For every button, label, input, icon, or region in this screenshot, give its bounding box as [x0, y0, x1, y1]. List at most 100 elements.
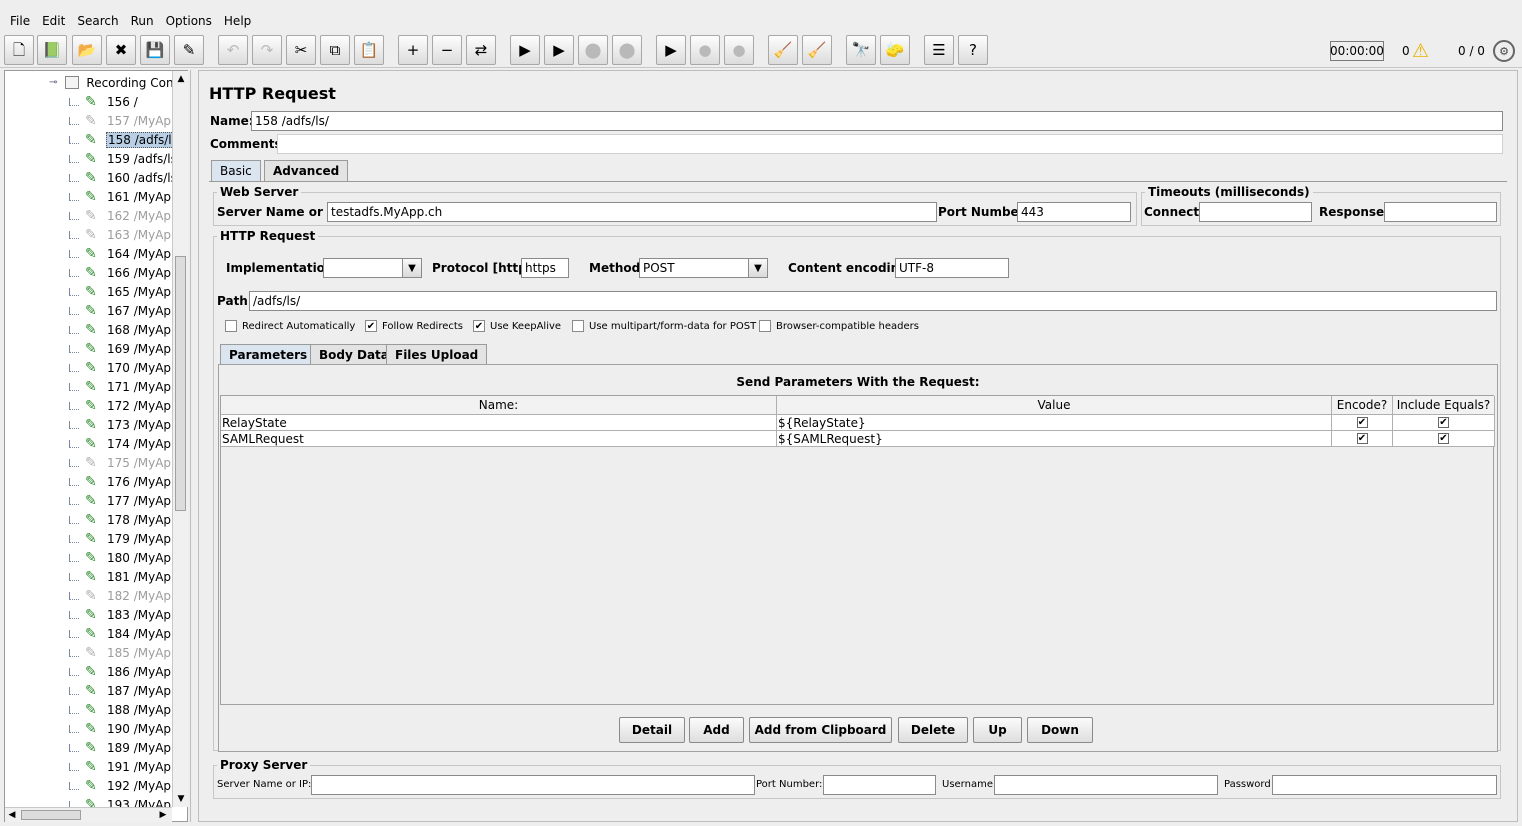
port-number-input[interactable]: 443	[1017, 202, 1131, 222]
tree-connector-icon[interactable]	[69, 401, 79, 410]
tree-connector-icon[interactable]	[69, 629, 79, 638]
menu-run[interactable]: Run	[125, 14, 160, 28]
cut-button[interactable]: ✂	[286, 35, 316, 65]
proxy-username-input[interactable]	[994, 775, 1218, 795]
tree-node[interactable]: ✎ 165 /MyApp	[69, 282, 172, 301]
remote-stop-button[interactable]: ●	[690, 35, 720, 65]
open-button[interactable]: 📂	[72, 35, 102, 65]
protocol-input[interactable]: https	[521, 258, 569, 278]
encode-checkbox[interactable]: ✔	[1356, 417, 1368, 428]
tree-node[interactable]: ✎ 170 /MyApp	[69, 358, 172, 377]
tree-connector-icon[interactable]	[69, 591, 79, 600]
tree-node[interactable]: ✎ 172 /MyApp	[69, 396, 172, 415]
menu-help[interactable]: Help	[218, 14, 257, 28]
tree-connector-icon[interactable]	[69, 135, 79, 144]
server-name-input[interactable]: testadfs.MyApp.ch	[327, 202, 937, 222]
tree-connector-icon[interactable]	[69, 515, 79, 524]
tree-node[interactable]: ✎ 190 /MyApp	[69, 719, 172, 738]
tree-node[interactable]: ✎ 162 /MyApp	[69, 206, 172, 225]
checkbox-redirect-automatically[interactable]: Redirect Automatically	[225, 320, 355, 332]
remote-start-button[interactable]: ▶	[656, 35, 686, 65]
stop-button[interactable]: ⬤	[578, 35, 608, 65]
help-button[interactable]: ?	[958, 35, 988, 65]
column-header-encode[interactable]: Encode?	[1332, 396, 1393, 415]
scroll-down-icon[interactable]: ▼	[175, 792, 187, 806]
scroll-thumb[interactable]	[21, 810, 81, 820]
delete-button[interactable]: Delete	[898, 717, 968, 743]
tree-node[interactable]: ✎ 186 /MyApp	[69, 662, 172, 681]
tree-connector-icon[interactable]	[69, 496, 79, 505]
param-value-cell[interactable]: ${RelayState}	[777, 415, 1332, 431]
tree-node[interactable]: ✎ 164 /MyApp	[69, 244, 172, 263]
add-from-clipboard-button[interactable]: Add from Clipboard	[749, 717, 892, 743]
checkbox-use-multipart-form-data-for-post[interactable]: Use multipart/form-data for POST	[572, 320, 756, 332]
tree-connector-icon[interactable]	[69, 249, 79, 258]
tree-vertical-scrollbar[interactable]: ▲ ▼	[172, 71, 188, 807]
tree-connector-icon[interactable]	[69, 553, 79, 562]
tree-connector-icon[interactable]	[69, 534, 79, 543]
tree-connector-icon[interactable]	[69, 344, 79, 353]
tree-node[interactable]: ✎ 177 /MyApp	[69, 491, 172, 510]
tree-node[interactable]: ✎ 189 /MyApp	[69, 738, 172, 757]
up-button[interactable]: Up	[973, 717, 1022, 743]
tree-connector-icon[interactable]	[69, 724, 79, 733]
tree-expand-icon[interactable]: ⊸	[49, 77, 57, 88]
tree-connector-icon[interactable]	[69, 477, 79, 486]
tree-connector-icon[interactable]	[69, 743, 79, 752]
search-button[interactable]: 🔭	[846, 35, 876, 65]
tree-node[interactable]: ✎ 180 /MyApp	[69, 548, 172, 567]
tree-horizontal-scrollbar[interactable]: ◀ ▶	[5, 807, 172, 822]
tree-connector-icon[interactable]	[69, 420, 79, 429]
menu-search[interactable]: Search	[71, 14, 124, 28]
tree-connector-icon[interactable]	[69, 382, 79, 391]
checkbox-box[interactable]: ✔	[473, 320, 485, 332]
tree-node[interactable]: ✎ 161 /MyApp	[69, 187, 172, 206]
checkbox-box[interactable]	[225, 320, 237, 332]
tree-connector-icon[interactable]	[69, 116, 79, 125]
checkbox-box[interactable]	[572, 320, 584, 332]
tree-connector-icon[interactable]	[69, 458, 79, 467]
clear-all-button[interactable]: 🧹	[802, 35, 832, 65]
new-button[interactable]: 🗋	[4, 35, 34, 65]
tree-node[interactable]: ✎ 168 /MyApp	[69, 320, 172, 339]
tree-connector-icon[interactable]	[69, 439, 79, 448]
column-header-value[interactable]: Value	[777, 396, 1332, 415]
reset-search-button[interactable]: 🧽	[880, 35, 910, 65]
save-as-button[interactable]: ✎	[174, 35, 204, 65]
collapse-button[interactable]: −	[432, 35, 462, 65]
path-input[interactable]: /adfs/ls/	[249, 291, 1497, 311]
tree-node[interactable]: ✎ 191 /MyApp	[69, 757, 172, 776]
undo-button[interactable]: ↶	[218, 35, 248, 65]
param-value-cell[interactable]: ${SAMLRequest}	[777, 431, 1332, 447]
proxy-server-input[interactable]	[311, 775, 755, 795]
redo-button[interactable]: ↷	[252, 35, 282, 65]
connect-timeout-input[interactable]	[1199, 202, 1312, 222]
templates-button[interactable]: 📗	[37, 35, 67, 65]
down-button[interactable]: Down	[1027, 717, 1093, 743]
tree-connector-icon[interactable]	[69, 572, 79, 581]
tree-node[interactable]: ✎ 156 /	[69, 92, 139, 111]
scroll-thumb[interactable]	[175, 256, 186, 511]
checkbox-box[interactable]: ✔	[365, 320, 377, 332]
tree-connector-icon[interactable]	[69, 363, 79, 372]
tree-node[interactable]: ✎ 158 /adfs/ls	[69, 130, 172, 149]
param-encode-cell[interactable]: ✔	[1332, 415, 1393, 431]
tree-connector-icon[interactable]	[69, 97, 79, 106]
tree-node[interactable]: ✎ 176 /MyApp	[69, 472, 172, 491]
tree-node[interactable]: ✎ 166 /MyApp	[69, 263, 172, 282]
remote-shutdown-button[interactable]: ●	[724, 35, 754, 65]
tree-node[interactable]: ✎ 192 /MyApp	[69, 776, 172, 795]
scroll-right-icon[interactable]: ▶	[157, 808, 169, 822]
tree-connector-icon[interactable]	[69, 610, 79, 619]
tree-node[interactable]: ✎ 193 /MyApp	[69, 795, 172, 807]
tab-basic[interactable]: Basic	[211, 160, 261, 181]
menu-edit[interactable]: Edit	[36, 14, 71, 28]
tree-node[interactable]: ✎ 159 /adfs/ls	[69, 149, 172, 168]
function-helper-button[interactable]: ☰	[924, 35, 954, 65]
start-button[interactable]: ▶	[510, 35, 540, 65]
content-encoding-input[interactable]: UTF-8	[895, 258, 1009, 278]
tab-body-data[interactable]: Body Data	[310, 344, 398, 365]
tree-node[interactable]: ✎ 160 /adfs/ls	[69, 168, 172, 187]
tree-connector-icon[interactable]	[69, 648, 79, 657]
method-select[interactable]: POST	[639, 258, 749, 278]
